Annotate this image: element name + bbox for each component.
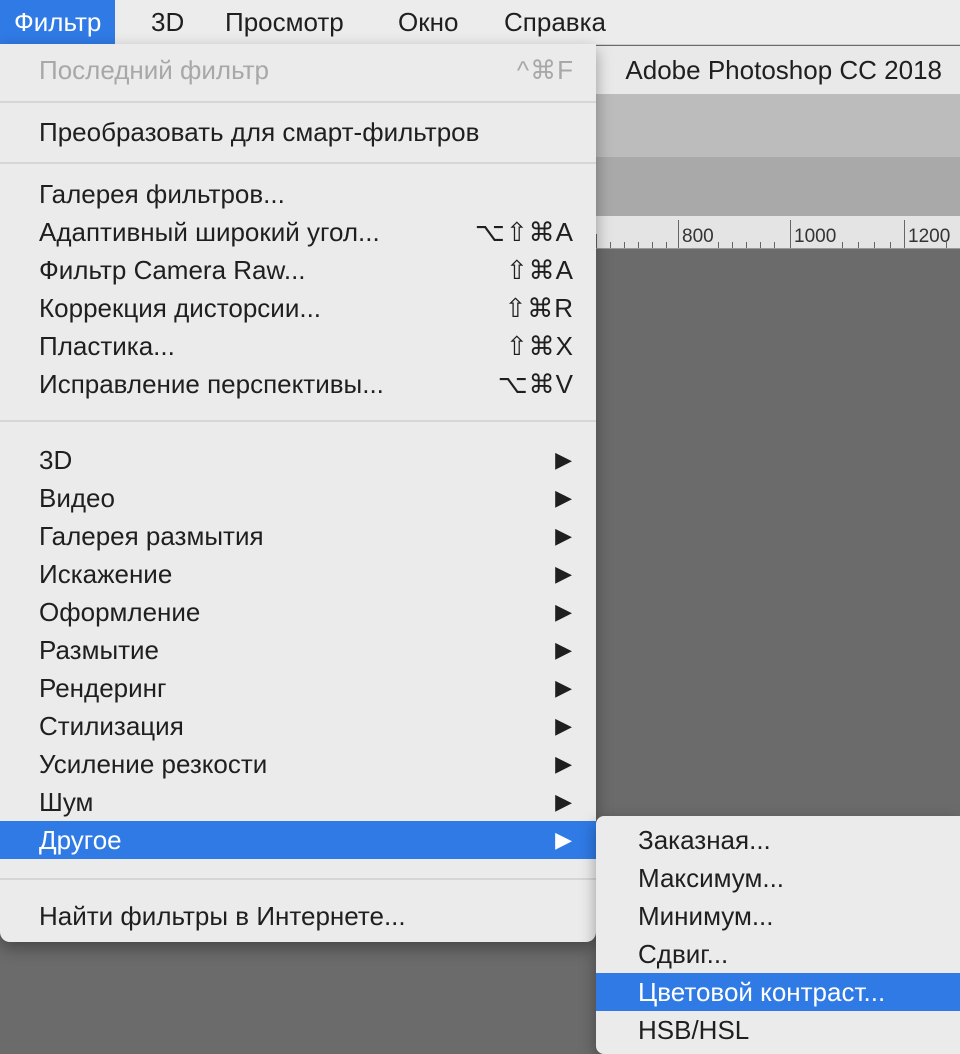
- menu-item-label: Видео: [39, 483, 115, 513]
- menu-separator: [0, 162, 596, 164]
- menu-item-camera-raw[interactable]: Фильтр Camera Raw... ⇧⌘A: [0, 251, 596, 289]
- menu-separator: [0, 101, 596, 103]
- ruler-label-1200: 1200: [908, 226, 951, 247]
- submenu-item-label: Максимум...: [638, 863, 785, 893]
- menu-item-filter-gallery[interactable]: Галерея фильтров...: [0, 175, 596, 213]
- submenu-arrow-icon: ▶: [555, 713, 572, 738]
- options-bar: [596, 95, 960, 158]
- app-title: Adobe Photoshop CC 2018: [625, 55, 942, 85]
- menu-item-label: Последний фильтр: [39, 55, 269, 85]
- menu-item-last-filter: Последний фильтр ^⌘F: [0, 51, 596, 89]
- menu-item-blur-gallery[interactable]: Галерея размытия ▶: [0, 517, 596, 555]
- menubar-item-filter[interactable]: Фильтр: [0, 0, 116, 44]
- menu-item-label: Другое: [39, 825, 122, 855]
- menu-item-label: Рендеринг: [39, 673, 167, 703]
- filter-menu: Последний фильтр ^⌘F Преобразовать для с…: [0, 44, 596, 942]
- submenu-arrow-icon: ▶: [555, 561, 572, 586]
- menu-item-label: Галерея фильтров...: [39, 179, 285, 209]
- submenu-arrow-icon: ▶: [555, 789, 572, 814]
- menu-item-sharpen[interactable]: Усиление резкости ▶: [0, 745, 596, 783]
- menu-item-noise[interactable]: Шум ▶: [0, 783, 596, 821]
- submenu-item-label: Сдвиг...: [638, 939, 729, 969]
- menu-item-label: Исправление перспективы...: [39, 369, 384, 399]
- submenu-arrow-icon: ▶: [555, 675, 572, 700]
- submenu-arrow-icon: ▶: [555, 599, 572, 624]
- submenu-arrow-icon: ▶: [555, 751, 572, 776]
- submenu-item-label: Минимум...: [638, 901, 774, 931]
- submenu-item-custom[interactable]: Заказная...: [596, 821, 960, 859]
- submenu-item-high-pass[interactable]: Цветовой контраст...: [596, 973, 960, 1011]
- menu-item-convert-smart-filters[interactable]: Преобразовать для смарт-фильтров: [0, 113, 596, 151]
- menu-item-label: Оформление: [39, 597, 201, 627]
- ruler-label-1000: 1000: [794, 226, 837, 247]
- menu-item-label: 3D: [39, 445, 73, 475]
- submenu-item-label: HSB/HSL: [638, 1015, 750, 1045]
- submenu-arrow-icon: ▶: [555, 827, 572, 852]
- menu-separator: [0, 420, 596, 422]
- shortcut-label: ⌥⇧⌘A: [474, 217, 574, 247]
- menu-item-label: Галерея размытия: [39, 521, 264, 551]
- submenu-arrow-icon: ▶: [555, 447, 572, 472]
- menubar-item-window[interactable]: Окно: [384, 0, 472, 44]
- submenu-arrow-icon: ▶: [555, 523, 572, 548]
- menu-item-label: Коррекция дисторсии...: [39, 293, 322, 323]
- menu-item-label: Стилизация: [39, 711, 184, 741]
- menubar-item-view[interactable]: Просмотр: [211, 0, 358, 44]
- menu-item-vanishing-point[interactable]: Исправление перспективы... ⌥⌘V: [0, 365, 596, 403]
- menu-item-label: Фильтр Camera Raw...: [39, 255, 306, 285]
- menu-item-pixelate[interactable]: Оформление ▶: [0, 593, 596, 631]
- other-submenu: Заказная... Максимум... Минимум... Сдвиг…: [596, 816, 960, 1054]
- submenu-item-hsb-hsl[interactable]: HSB/HSL: [596, 1011, 960, 1049]
- submenu-arrow-icon: ▶: [555, 637, 572, 662]
- menu-item-lens-correction[interactable]: Коррекция дисторсии... ⇧⌘R: [0, 289, 596, 327]
- submenu-item-minimum[interactable]: Минимум...: [596, 897, 960, 935]
- shortcut-label: ⌥⌘V: [497, 369, 574, 399]
- shortcut-label: ^⌘F: [516, 55, 574, 85]
- menu-item-stylize[interactable]: Стилизация ▶: [0, 707, 596, 745]
- menu-item-video[interactable]: Видео ▶: [0, 479, 596, 517]
- menu-item-other[interactable]: Другое ▶: [0, 821, 596, 859]
- menu-item-label: Найти фильтры в Интернете...: [39, 901, 406, 931]
- submenu-item-label: Заказная...: [638, 825, 771, 855]
- menu-item-3d[interactable]: 3D ▶: [0, 441, 596, 479]
- menu-item-render[interactable]: Рендеринг ▶: [0, 669, 596, 707]
- menu-separator: [0, 878, 596, 880]
- menu-item-browse-filters-online[interactable]: Найти фильтры в Интернете...: [0, 897, 596, 935]
- shortcut-label: ⇧⌘R: [504, 293, 574, 323]
- menu-item-adaptive-wide-angle[interactable]: Адаптивный широкий угол... ⌥⇧⌘A: [0, 213, 596, 251]
- menu-item-label: Усиление резкости: [39, 749, 268, 779]
- submenu-arrow-icon: ▶: [555, 485, 572, 510]
- menu-item-distort[interactable]: Искажение ▶: [0, 555, 596, 593]
- menubar-item-help[interactable]: Справка: [490, 0, 620, 44]
- menu-item-label: Пластика...: [39, 331, 175, 361]
- submenu-item-label: Цветовой контраст...: [638, 977, 886, 1007]
- menu-item-liquify[interactable]: Пластика... ⇧⌘X: [0, 327, 596, 365]
- menu-item-label: Размытие: [39, 635, 160, 665]
- menubar-item-3d[interactable]: 3D: [137, 0, 198, 44]
- menu-item-label: Преобразовать для смарт-фильтров: [39, 117, 480, 147]
- submenu-item-maximum[interactable]: Максимум...: [596, 859, 960, 897]
- shortcut-label: ⇧⌘A: [505, 255, 574, 285]
- submenu-item-offset[interactable]: Сдвиг...: [596, 935, 960, 973]
- menu-item-label: Адаптивный широкий угол...: [39, 217, 380, 247]
- menu-item-label: Искажение: [39, 559, 173, 589]
- document-tab-bar: [596, 158, 960, 216]
- horizontal-ruler[interactable]: 800 1000 1200: [596, 216, 960, 249]
- menu-item-blur[interactable]: Размытие ▶: [0, 631, 596, 669]
- app-title-bar: Adobe Photoshop CC 2018: [596, 46, 960, 95]
- menu-bar: Фильтр 3D Просмотр Окно Справка: [0, 0, 960, 45]
- menu-item-label: Шум: [39, 787, 94, 817]
- ruler-label-800: 800: [682, 226, 714, 247]
- shortcut-label: ⇧⌘X: [505, 331, 574, 361]
